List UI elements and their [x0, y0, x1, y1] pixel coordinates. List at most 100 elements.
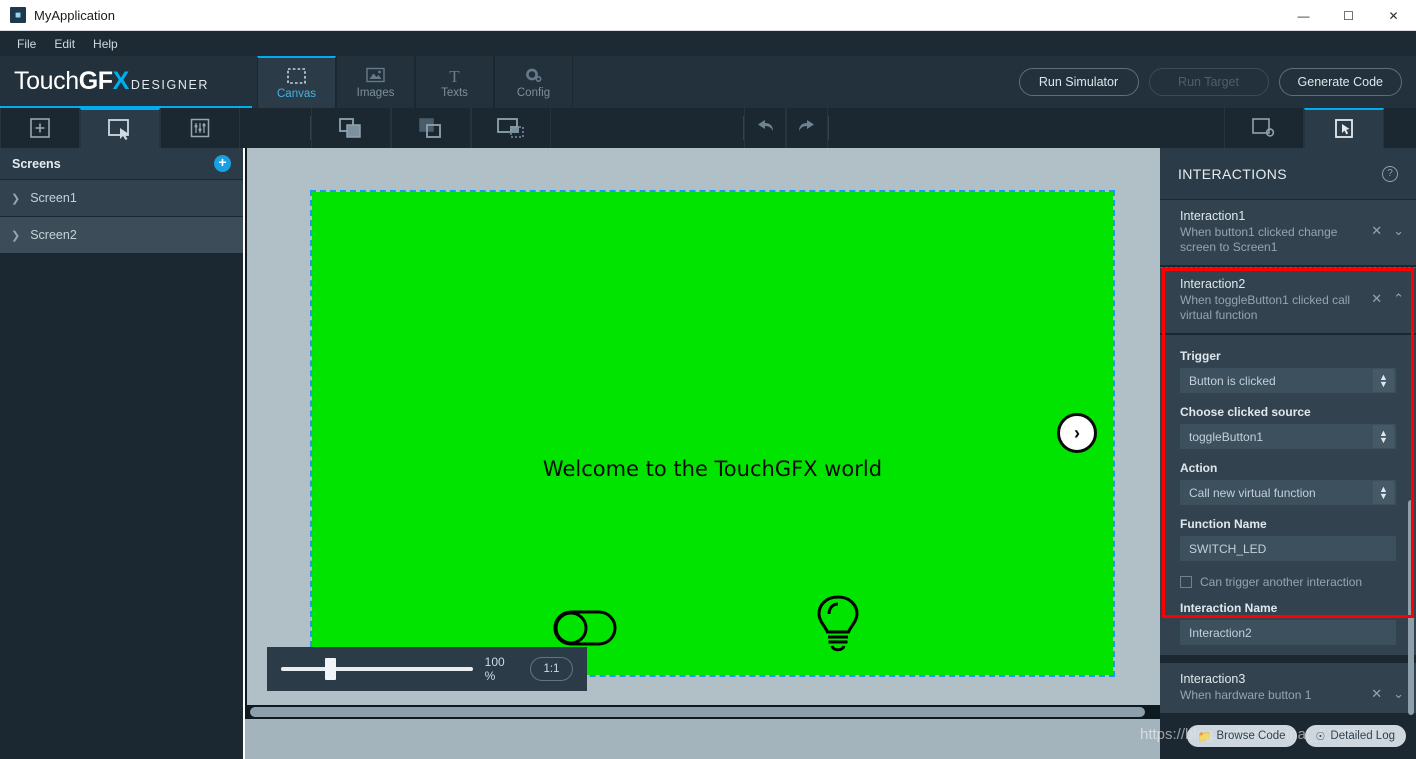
interaction3-delete-icon[interactable]: ✕ [1371, 686, 1382, 702]
tab-texts-label: Texts [441, 86, 468, 99]
select-cursor-button[interactable] [80, 108, 160, 148]
run-simulator-button[interactable]: Run Simulator [1018, 68, 1139, 96]
trigger-select[interactable]: Button is clicked ▲ ▼ [1180, 368, 1396, 393]
canvas-scrollbar-thumb[interactable] [250, 707, 1145, 717]
canvas-area[interactable]: Welcome to the TouchGFX world › 100 % 1:… [245, 148, 1160, 711]
interaction-card-1[interactable]: Interaction1 When button1 clicked change… [1160, 200, 1416, 265]
tab-images[interactable]: Images [336, 56, 415, 108]
menu-help[interactable]: Help [84, 34, 127, 54]
chevron-updown-icon[interactable]: ▲ ▼ [1373, 425, 1394, 448]
interactions-panel: INTERACTIONS ? Interaction1 When button1… [1160, 148, 1416, 759]
interaction-name-input[interactable]: Interaction2 [1180, 620, 1396, 645]
tab-config[interactable]: Config [494, 56, 573, 108]
screen-settings-button[interactable] [1224, 108, 1304, 148]
chevron-updown-icon[interactable]: ▲ ▼ [1373, 369, 1394, 392]
detailed-log-button[interactable]: ☉ Detailed Log [1304, 725, 1406, 747]
top-tabs: Canvas Images T Texts Config [257, 56, 573, 108]
toggle-button-widget[interactable] [551, 604, 619, 653]
device-screen-preview[interactable]: Welcome to the TouchGFX world › [310, 190, 1115, 677]
svg-text:T: T [449, 67, 460, 84]
properties-sliders-icon [183, 115, 217, 141]
touchgfx-designer-window: ■ MyApplication — ☐ ✕ File Edit Help Tou… [0, 0, 1416, 759]
interaction-card-2[interactable]: Interaction2 When toggleButton1 clicked … [1160, 267, 1416, 333]
interaction3-expand-chevron-icon[interactable]: ⌄ [1393, 686, 1404, 702]
generate-code-button[interactable]: Generate Code [1278, 68, 1402, 96]
zoom-reset-button[interactable]: 1:1 [529, 657, 573, 681]
welcome-text-widget[interactable]: Welcome to the TouchGFX world [312, 457, 1113, 481]
undo-button[interactable] [744, 108, 786, 148]
interactions-panel-title: INTERACTIONS [1178, 165, 1288, 182]
interaction2-delete-icon[interactable]: ✕ [1371, 291, 1382, 307]
snap-to-grid-button[interactable] [471, 108, 551, 148]
tab-canvas-label: Canvas [277, 87, 316, 100]
help-icon[interactable]: ? [1382, 165, 1398, 182]
menubar: File Edit Help [0, 31, 1416, 56]
close-icon[interactable]: ✕ [1371, 0, 1416, 31]
properties-button[interactable] [160, 108, 240, 148]
canvas-icon [287, 67, 306, 86]
zoom-slider[interactable] [281, 658, 473, 680]
zoom-level-label: 100 % [484, 655, 505, 683]
chevron-right-icon: ❯ [11, 229, 21, 242]
sidebar-item-screen1[interactable]: ❯ Screen1 [0, 180, 243, 217]
send-to-back-button[interactable] [391, 108, 471, 148]
top-toolbar: TouchGFX DESIGNER Canvas Images T Texts … [0, 56, 1416, 108]
window-controls: — ☐ ✕ [1281, 0, 1416, 31]
tab-texts[interactable]: T Texts [415, 56, 494, 108]
tab-images-label: Images [356, 86, 395, 99]
function-name-label: Function Name [1180, 517, 1267, 531]
interaction-card-3[interactable]: Interaction3 When hardware button 1 ✕ ⌄ [1160, 663, 1416, 713]
redo-button[interactable] [786, 108, 828, 148]
bring-to-front-icon [334, 115, 368, 141]
interactions-button[interactable] [1304, 108, 1384, 148]
zoom-slider-handle[interactable] [325, 658, 336, 680]
bottom-action-buttons: 📁 Browse Code ☉ Detailed Log [1186, 725, 1406, 747]
screens-panel-header: Screens + [0, 148, 243, 180]
interaction1-delete-icon[interactable]: ✕ [1371, 223, 1382, 239]
redo-icon [790, 115, 824, 141]
log-icon: ☉ [1315, 730, 1326, 743]
interaction2-description: When toggleButton1 clicked call virtual … [1180, 293, 1351, 322]
maximize-icon[interactable]: ☐ [1326, 0, 1371, 31]
screen-settings-icon [1247, 115, 1281, 141]
interactions-icon [1327, 116, 1361, 142]
interaction-name-label: Interaction Name [1180, 601, 1278, 615]
interaction3-description: When hardware button 1 [1180, 688, 1312, 702]
interactions-vertical-scrollbar[interactable] [1408, 500, 1414, 715]
interaction2-name: Interaction2 [1180, 277, 1246, 291]
menu-edit[interactable]: Edit [45, 34, 84, 54]
sidebar-item-screen2[interactable]: ❯ Screen2 [0, 217, 243, 254]
interaction1-expand-chevron-icon[interactable]: ⌄ [1393, 223, 1404, 239]
action-select[interactable]: Call new virtual function ▲ ▼ [1180, 480, 1396, 505]
canvas-horizontal-scrollbar[interactable] [245, 705, 1160, 719]
clicked-source-value: toggleButton1 [1189, 429, 1264, 444]
can-trigger-checkbox[interactable] [1180, 576, 1192, 588]
brand-suffix: DESIGNER [130, 77, 210, 92]
chevron-updown-icon[interactable]: ▲ ▼ [1373, 481, 1394, 504]
brand-logo: TouchGFX DESIGNER [0, 56, 252, 108]
clicked-source-select[interactable]: toggleButton1 ▲ ▼ [1180, 424, 1396, 449]
run-target-button[interactable]: Run Target [1148, 68, 1269, 96]
canvas-bottom-strip [245, 719, 1160, 759]
window-titlebar: ■ MyApplication — ☐ ✕ [0, 0, 1416, 31]
minimize-icon[interactable]: — [1281, 0, 1326, 31]
zoom-toolbar: 100 % 1:1 [267, 647, 587, 691]
tab-canvas[interactable]: Canvas [257, 56, 336, 108]
config-icon [524, 66, 544, 85]
interaction2-collapse-chevron-icon[interactable]: ⌃ [1393, 291, 1404, 307]
snap-to-grid-icon [494, 115, 528, 141]
lightbulb-icon[interactable] [812, 594, 864, 661]
add-screen-button[interactable]: + [214, 155, 231, 172]
add-widget-button[interactable] [0, 108, 80, 148]
action-label: Action [1180, 461, 1218, 475]
action-value: Call new virtual function [1189, 485, 1316, 500]
screens-panel: Screens + ❯ Screen1 ❯ Screen2 [0, 148, 243, 759]
trigger-label: Trigger [1180, 349, 1221, 363]
menu-file[interactable]: File [8, 34, 45, 54]
function-name-input[interactable]: SWITCH_LED [1180, 536, 1396, 561]
interaction3-name: Interaction3 [1180, 672, 1246, 686]
browse-code-button[interactable]: 📁 Browse Code [1186, 725, 1297, 747]
bring-to-front-button[interactable] [311, 108, 391, 148]
can-trigger-row[interactable]: Can trigger another interaction [1180, 575, 1396, 589]
next-arrow-button[interactable]: › [1057, 413, 1097, 453]
